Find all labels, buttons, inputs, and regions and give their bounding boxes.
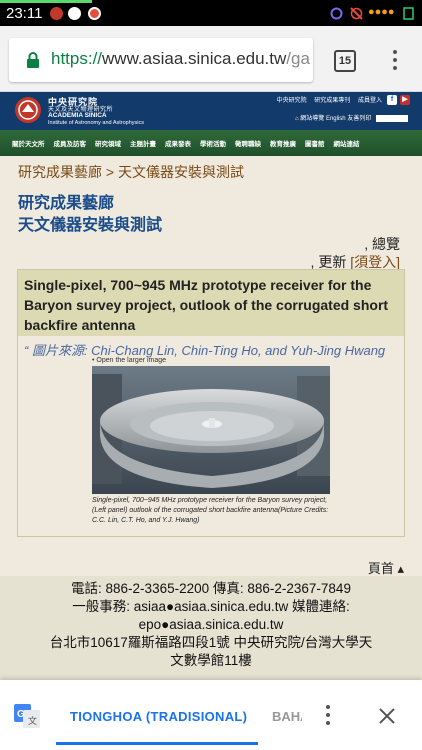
academia-sinica-logo[interactable] <box>14 96 42 124</box>
nav-item[interactable]: 關於天文所 <box>12 138 45 148</box>
top-link[interactable]: 研究成果專刊 <box>314 98 350 104</box>
institute-sub-en: Institute of Astronomy and Astrophysics <box>48 120 144 126</box>
nav-item[interactable]: 圖書館 <box>305 138 325 148</box>
nav-item[interactable]: 主題計畫 <box>130 138 156 148</box>
vpn-icon <box>330 7 343 20</box>
main-content: 研究成果藝廊 > 天文儀器安裝與測試 研究成果藝廊 天文儀器安裝與測試 , 總覽… <box>0 156 422 680</box>
battery-icon <box>403 7 414 20</box>
nav-item[interactable]: 網站連結 <box>334 138 360 148</box>
url-text: https://www.asiaa.sinica.edu.tw/ga <box>51 49 310 68</box>
article-title: Single-pixel, 700~945 MHz prototype rece… <box>18 270 404 336</box>
dots-indicator-icon: ●●●● <box>368 6 395 18</box>
flickr-icon[interactable]: f <box>387 95 397 105</box>
site-footer: 電話: 886-2-3365-2200 傳真: 886-2-2367-7849 … <box>0 576 422 680</box>
no-signal-icon <box>350 7 363 20</box>
tab-target-language[interactable]: BAHASA <box>272 709 302 724</box>
tab-switcher-button[interactable]: 15 <box>334 50 356 72</box>
svg-text:文: 文 <box>28 715 37 726</box>
status-time: 23:11 <box>6 5 43 22</box>
login-link[interactable]: [須登入] <box>350 254 400 270</box>
site-header: 中央研究院 天文及天文物理研究所 ACADEMIA SINICA Institu… <box>0 92 422 130</box>
nav-item[interactable]: 成員及訪客 <box>54 138 87 148</box>
close-icon[interactable] <box>378 707 396 725</box>
record-icon <box>88 7 101 20</box>
update-link[interactable]: , 更新 <box>311 254 347 270</box>
svg-text:G: G <box>17 709 25 720</box>
footer-address: 台北市10617羅斯福路四段1號 中央研究院/台灣大學天 <box>49 635 373 650</box>
footer-address-cont: 文數學館11樓 <box>170 653 252 668</box>
image-caption: Single-pixel, 700~945 MHz prototype rece… <box>92 497 329 524</box>
home-icon[interactable]: ⌂ <box>295 116 299 122</box>
page-subtitle: 天文儀器安裝與測試 <box>18 217 163 234</box>
footer-phone: 電話: 886-2-3365-2200 傳真: 886-2-2367-7849 <box>71 581 351 596</box>
app-notification-icon <box>68 7 81 20</box>
nav-item[interactable]: 成果發表 <box>165 138 191 148</box>
page-title: 研究成果藝廊 <box>18 195 115 212</box>
active-tab-indicator <box>56 742 258 745</box>
back-to-top-link[interactable]: 頁首 ▴ <box>368 558 404 577</box>
top-links: 中央研究院 研究成果專刊 成員登入 <box>271 95 382 104</box>
gallery-item: Single-pixel, 700~945 MHz prototype rece… <box>17 269 405 537</box>
print-link[interactable]: 友善列印 <box>347 116 371 122</box>
google-translate-icon[interactable]: G 文 <box>14 704 40 728</box>
notification-icon <box>50 7 63 20</box>
address-bar[interactable]: https://www.asiaa.sinica.edu.tw/ga <box>9 38 313 82</box>
browser-menu-icon[interactable] <box>392 50 398 72</box>
footer-email-general: 一般事務: asiaa●asiaa.sinica.edu.tw 媒體連絡: <box>72 599 350 614</box>
english-link[interactable]: English <box>326 116 346 122</box>
site-tools: ⌂ 網站導覽 English 友善列印 <box>295 113 408 122</box>
top-link[interactable]: 成員登入 <box>358 98 382 104</box>
page-load-progress <box>0 0 92 3</box>
open-larger-image-link[interactable]: • Open the larger image <box>92 357 166 364</box>
footer-email-media: epo●asiaa.sinica.edu.tw <box>138 617 284 632</box>
nav-item[interactable]: 教育推廣 <box>270 138 296 148</box>
nav-item[interactable]: 研究領域 <box>95 138 121 148</box>
institute-name-en: ACADEMIA SINICA <box>48 112 107 119</box>
youtube-icon[interactable]: ▶ <box>400 95 410 105</box>
lock-icon <box>27 52 39 68</box>
browser-toolbar: https://www.asiaa.sinica.edu.tw/ga 15 <box>0 26 422 92</box>
site-search-input[interactable] <box>376 114 408 122</box>
antenna-photo[interactable] <box>92 366 330 494</box>
overview-link[interactable]: , 總覽 <box>364 234 400 254</box>
breadcrumb[interactable]: 研究成果藝廊 > 天文儀器安裝與測試 <box>18 162 244 182</box>
main-nav: 關於天文所 成員及訪客 研究領域 主題計畫 成果發表 學術活動 徵聘職缺 教育推… <box>0 130 422 156</box>
translate-bar: G 文 TIONGHOA (TRADISIONAL) BAHASA <box>0 680 422 750</box>
nav-item[interactable]: 徵聘職缺 <box>235 138 261 148</box>
translate-menu-icon[interactable] <box>325 705 331 727</box>
top-link[interactable]: 中央研究院 <box>277 98 307 104</box>
image-credit: “ 圖片來源: Chi-Chang Lin, Chin-Ting Ho, and… <box>24 343 386 358</box>
sitemap-link[interactable]: 網站導覽 <box>300 116 324 122</box>
tab-source-language[interactable]: TIONGHOA (TRADISIONAL) <box>70 709 247 724</box>
nav-item[interactable]: 學術活動 <box>200 138 226 148</box>
status-bar: 23:11 ●●●● <box>0 0 422 26</box>
